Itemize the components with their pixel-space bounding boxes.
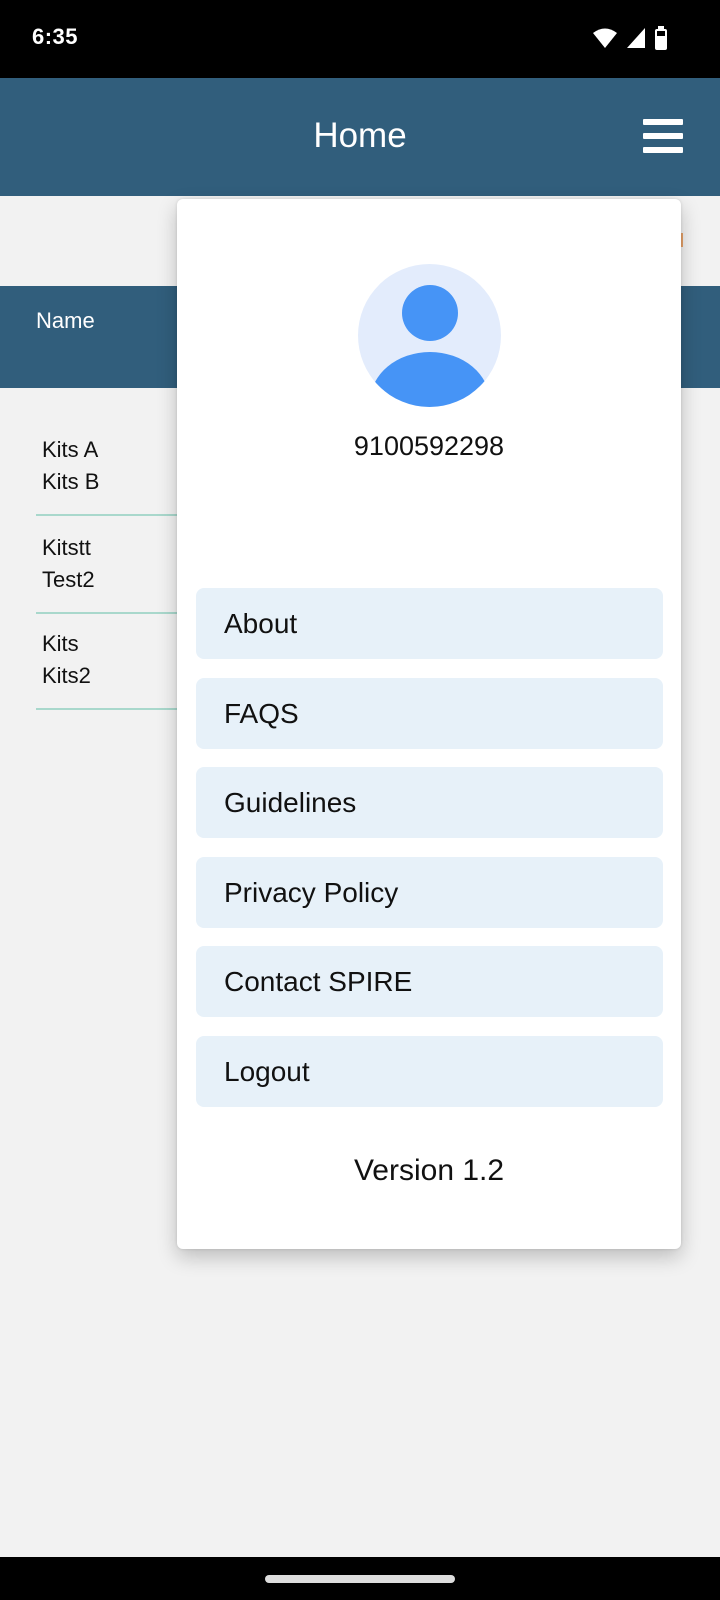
menu-item-guidelines[interactable]: Guidelines [196,767,663,838]
status-icons [592,26,668,50]
column-header-name: Name [36,308,95,333]
user-menu-popup: 9100592298 About FAQS Guidelines Privacy… [177,199,681,1249]
status-time: 6:35 [32,24,79,49]
menu-item-about[interactable]: About [196,588,663,659]
menu-item-label: Privacy Policy [224,877,399,908]
app-bar: Home [0,78,720,196]
menu-item-label: Guidelines [224,787,357,818]
hamburger-menu-icon[interactable] [643,119,683,153]
cellular-signal-icon [627,28,645,48]
menu-item-faqs[interactable]: FAQS [196,678,663,749]
menu-item-privacy-policy[interactable]: Privacy Policy [196,857,663,928]
system-nav-bar [0,1557,720,1600]
user-phone-number: 9100592298 [353,431,505,461]
status-bar: 6:35 [0,0,720,78]
battery-icon [655,26,667,50]
user-avatar-icon [358,264,501,407]
menu-item-logout[interactable]: Logout [196,1036,663,1107]
menu-item-label: Contact SPIRE [224,966,413,997]
menu-item-contact-spire[interactable]: Contact SPIRE [196,946,663,1017]
menu-item-label: FAQS [224,698,299,729]
app-version: Version 1.2 [353,1154,505,1187]
page-title: Home [313,116,407,155]
menu-item-label: Logout [224,1056,310,1087]
home-gesture-handle[interactable] [265,1575,455,1583]
wifi-icon [593,28,617,48]
menu-item-label: About [224,608,298,639]
